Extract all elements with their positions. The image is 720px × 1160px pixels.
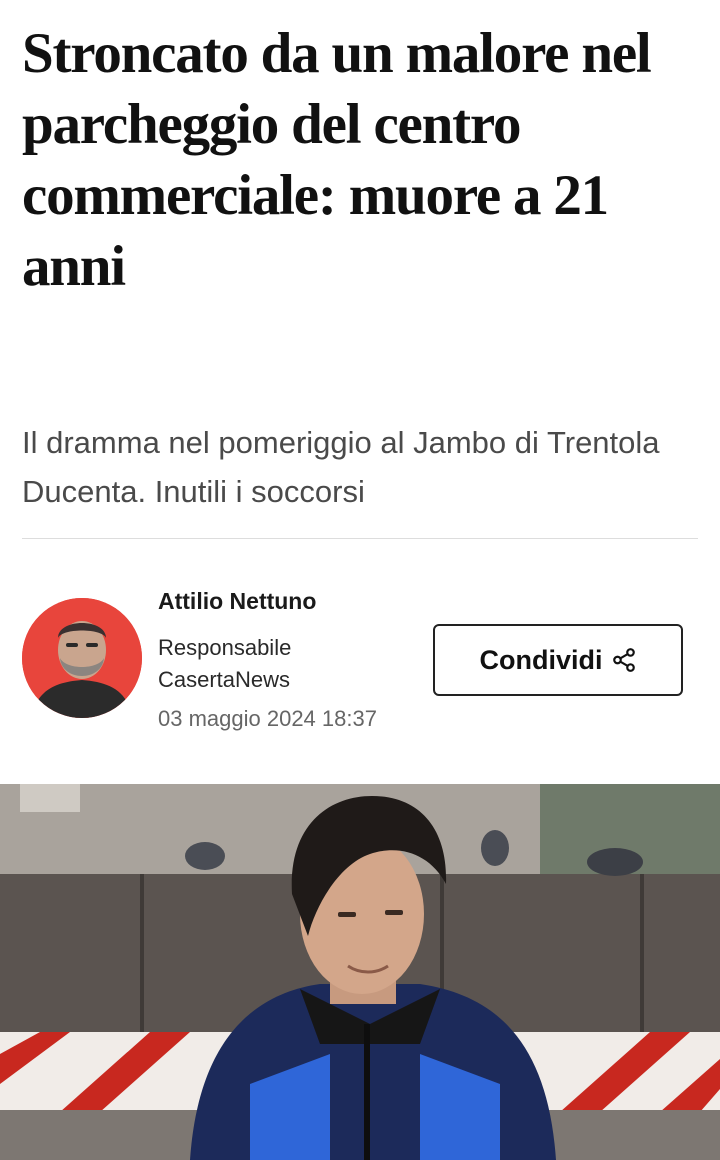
share-button-label: Condividi: [479, 644, 603, 675]
share-button[interactable]: Condividi: [433, 624, 683, 696]
publish-date: 03 maggio 2024 18:37: [158, 706, 377, 731]
avatar-photo: [22, 598, 142, 718]
article-headline: Stroncato da un malore nel parcheggio de…: [22, 22, 652, 298]
divider: [22, 538, 698, 539]
article-hero-image: [0, 784, 720, 1160]
author-role: Responsabile CasertaNews: [158, 635, 292, 692]
hero-photo: [0, 784, 720, 1160]
share-icon: [612, 648, 635, 672]
author-avatar[interactable]: [22, 598, 142, 718]
article-subtitle: Il dramma nel pomeriggio al Jambo di Tre…: [22, 425, 660, 509]
author-name[interactable]: Attilio Nettuno: [158, 588, 316, 615]
